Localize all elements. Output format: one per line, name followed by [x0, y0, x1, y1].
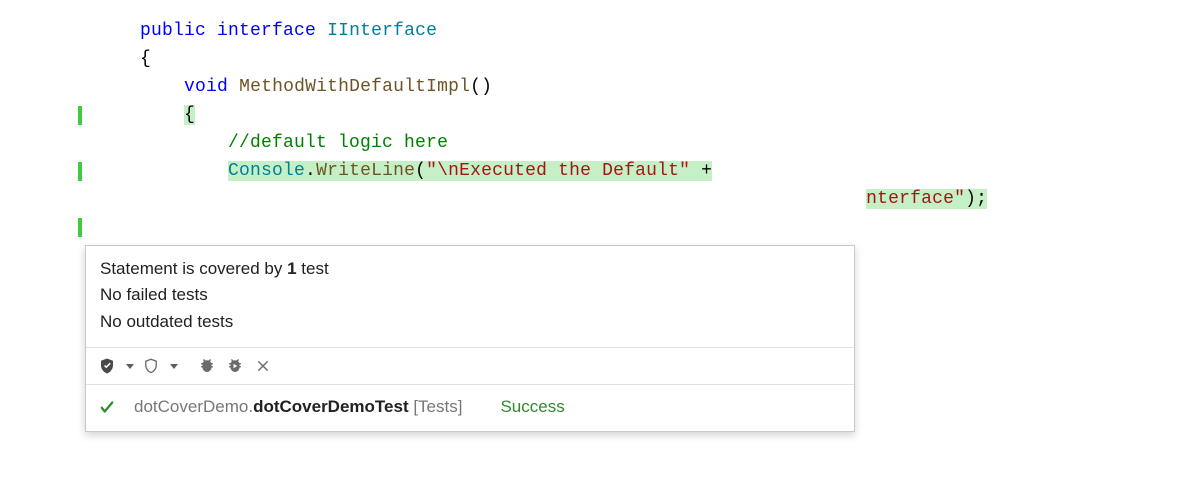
shield-filled-icon[interactable]	[96, 355, 118, 377]
popup-toolbar	[86, 347, 854, 384]
coverage-mark[interactable]	[78, 162, 82, 181]
popup-body: Statement is covered by 1 test No failed…	[86, 246, 854, 347]
status-badge: Success	[500, 394, 564, 420]
checkmark-icon	[98, 398, 120, 416]
code-editor: public interface IInterface { void Metho…	[0, 0, 1200, 242]
coverage-mark[interactable]	[78, 218, 82, 237]
close-icon[interactable]	[252, 355, 274, 377]
code-content: nterface");	[85, 186, 987, 214]
code-content: {	[85, 102, 195, 130]
coverage-mark[interactable]	[78, 106, 82, 125]
code-content: void MethodWithDefaultImpl()	[85, 74, 492, 102]
code-line[interactable]: {	[0, 46, 1200, 74]
code-line[interactable]: public interface IInterface	[0, 18, 1200, 46]
code-content: public interface IInterface	[85, 18, 437, 46]
test-path: dotCoverDemo.dotCoverDemoTest [Tests]	[134, 394, 462, 420]
coverage-statement: Statement is covered by 1 test	[100, 256, 840, 282]
code-line[interactable]: nterface");	[0, 186, 1200, 214]
code-content: Console.WriteLine("\nExecuted the Defaul…	[85, 158, 712, 186]
dropdown-caret-icon[interactable]	[170, 364, 178, 369]
no-outdated-tests: No outdated tests	[100, 309, 840, 335]
dropdown-caret-icon[interactable]	[126, 364, 134, 369]
code-line[interactable]	[0, 214, 1200, 242]
bug-run-icon[interactable]	[224, 355, 246, 377]
code-content: //default logic here	[85, 130, 448, 158]
code-line[interactable]: void MethodWithDefaultImpl()	[0, 74, 1200, 102]
shield-outline-icon[interactable]	[140, 355, 162, 377]
no-failed-tests: No failed tests	[100, 282, 840, 308]
code-line[interactable]: Console.WriteLine("\nExecuted the Defaul…	[0, 158, 1200, 186]
bug-icon[interactable]	[196, 355, 218, 377]
coverage-popup: Statement is covered by 1 test No failed…	[85, 245, 855, 432]
code-content: {	[85, 46, 151, 74]
code-line[interactable]: //default logic here	[0, 130, 1200, 158]
code-line[interactable]: {	[0, 102, 1200, 130]
test-result-row[interactable]: dotCoverDemo.dotCoverDemoTest [Tests] Su…	[86, 384, 854, 431]
